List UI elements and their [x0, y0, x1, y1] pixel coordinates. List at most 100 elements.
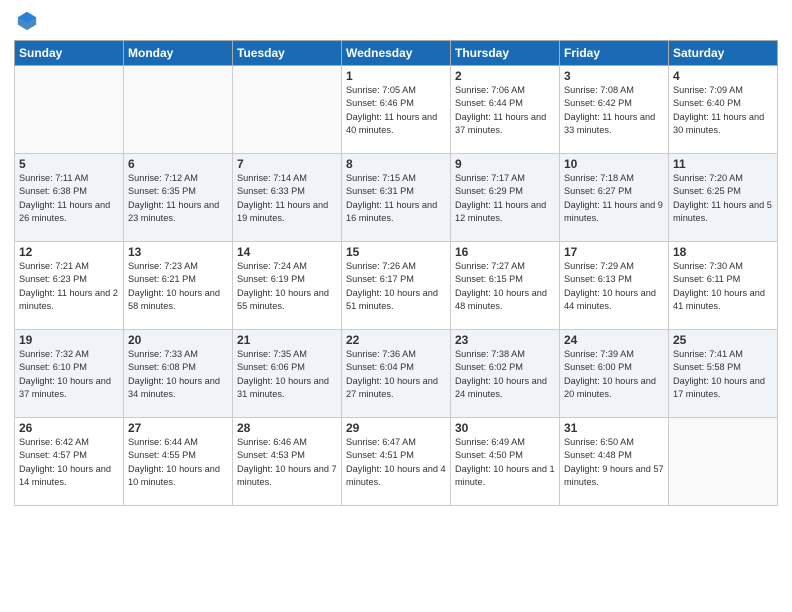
- calendar-week-row: 1Sunrise: 7:05 AM Sunset: 6:46 PM Daylig…: [15, 66, 778, 154]
- day-info: Sunrise: 7:32 AM Sunset: 6:10 PM Dayligh…: [19, 348, 119, 401]
- calendar-cell: [233, 66, 342, 154]
- day-of-week-header: Thursday: [451, 41, 560, 66]
- day-number: 6: [128, 157, 228, 171]
- day-info: Sunrise: 7:12 AM Sunset: 6:35 PM Dayligh…: [128, 172, 228, 225]
- day-info: Sunrise: 6:46 AM Sunset: 4:53 PM Dayligh…: [237, 436, 337, 489]
- day-number: 16: [455, 245, 555, 259]
- day-number: 20: [128, 333, 228, 347]
- day-info: Sunrise: 7:41 AM Sunset: 5:58 PM Dayligh…: [673, 348, 773, 401]
- calendar-week-row: 12Sunrise: 7:21 AM Sunset: 6:23 PM Dayli…: [15, 242, 778, 330]
- day-number: 19: [19, 333, 119, 347]
- day-info: Sunrise: 7:15 AM Sunset: 6:31 PM Dayligh…: [346, 172, 446, 225]
- day-info: Sunrise: 7:20 AM Sunset: 6:25 PM Dayligh…: [673, 172, 773, 225]
- day-info: Sunrise: 7:18 AM Sunset: 6:27 PM Dayligh…: [564, 172, 664, 225]
- calendar-cell: 26Sunrise: 6:42 AM Sunset: 4:57 PM Dayli…: [15, 418, 124, 506]
- day-info: Sunrise: 7:30 AM Sunset: 6:11 PM Dayligh…: [673, 260, 773, 313]
- calendar-header-row: SundayMondayTuesdayWednesdayThursdayFrid…: [15, 41, 778, 66]
- calendar-cell: 7Sunrise: 7:14 AM Sunset: 6:33 PM Daylig…: [233, 154, 342, 242]
- day-number: 2: [455, 69, 555, 83]
- day-number: 14: [237, 245, 337, 259]
- day-info: Sunrise: 7:11 AM Sunset: 6:38 PM Dayligh…: [19, 172, 119, 225]
- day-info: Sunrise: 6:50 AM Sunset: 4:48 PM Dayligh…: [564, 436, 664, 489]
- calendar-cell: 9Sunrise: 7:17 AM Sunset: 6:29 PM Daylig…: [451, 154, 560, 242]
- calendar-cell: 12Sunrise: 7:21 AM Sunset: 6:23 PM Dayli…: [15, 242, 124, 330]
- day-number: 28: [237, 421, 337, 435]
- calendar-cell: 1Sunrise: 7:05 AM Sunset: 6:46 PM Daylig…: [342, 66, 451, 154]
- page-header: [14, 10, 778, 32]
- day-number: 17: [564, 245, 664, 259]
- day-info: Sunrise: 7:35 AM Sunset: 6:06 PM Dayligh…: [237, 348, 337, 401]
- calendar-cell: 10Sunrise: 7:18 AM Sunset: 6:27 PM Dayli…: [560, 154, 669, 242]
- day-number: 23: [455, 333, 555, 347]
- day-info: Sunrise: 7:39 AM Sunset: 6:00 PM Dayligh…: [564, 348, 664, 401]
- day-number: 1: [346, 69, 446, 83]
- calendar-cell: 24Sunrise: 7:39 AM Sunset: 6:00 PM Dayli…: [560, 330, 669, 418]
- day-number: 27: [128, 421, 228, 435]
- day-number: 24: [564, 333, 664, 347]
- day-info: Sunrise: 7:26 AM Sunset: 6:17 PM Dayligh…: [346, 260, 446, 313]
- day-of-week-header: Sunday: [15, 41, 124, 66]
- calendar-cell: 11Sunrise: 7:20 AM Sunset: 6:25 PM Dayli…: [669, 154, 778, 242]
- day-number: 4: [673, 69, 773, 83]
- calendar-cell: 18Sunrise: 7:30 AM Sunset: 6:11 PM Dayli…: [669, 242, 778, 330]
- day-info: Sunrise: 7:38 AM Sunset: 6:02 PM Dayligh…: [455, 348, 555, 401]
- calendar-cell: 27Sunrise: 6:44 AM Sunset: 4:55 PM Dayli…: [124, 418, 233, 506]
- day-of-week-header: Friday: [560, 41, 669, 66]
- day-number: 31: [564, 421, 664, 435]
- day-number: 29: [346, 421, 446, 435]
- day-number: 15: [346, 245, 446, 259]
- day-number: 26: [19, 421, 119, 435]
- day-number: 30: [455, 421, 555, 435]
- calendar-week-row: 5Sunrise: 7:11 AM Sunset: 6:38 PM Daylig…: [15, 154, 778, 242]
- calendar-cell: 2Sunrise: 7:06 AM Sunset: 6:44 PM Daylig…: [451, 66, 560, 154]
- day-number: 8: [346, 157, 446, 171]
- calendar-cell: 31Sunrise: 6:50 AM Sunset: 4:48 PM Dayli…: [560, 418, 669, 506]
- day-number: 10: [564, 157, 664, 171]
- day-info: Sunrise: 7:09 AM Sunset: 6:40 PM Dayligh…: [673, 84, 773, 137]
- calendar-cell: 16Sunrise: 7:27 AM Sunset: 6:15 PM Dayli…: [451, 242, 560, 330]
- day-info: Sunrise: 6:49 AM Sunset: 4:50 PM Dayligh…: [455, 436, 555, 489]
- day-info: Sunrise: 7:05 AM Sunset: 6:46 PM Dayligh…: [346, 84, 446, 137]
- day-number: 22: [346, 333, 446, 347]
- day-info: Sunrise: 7:24 AM Sunset: 6:19 PM Dayligh…: [237, 260, 337, 313]
- calendar-week-row: 19Sunrise: 7:32 AM Sunset: 6:10 PM Dayli…: [15, 330, 778, 418]
- day-number: 25: [673, 333, 773, 347]
- day-number: 5: [19, 157, 119, 171]
- day-number: 12: [19, 245, 119, 259]
- day-number: 7: [237, 157, 337, 171]
- day-number: 18: [673, 245, 773, 259]
- day-number: 3: [564, 69, 664, 83]
- calendar-cell: 28Sunrise: 6:46 AM Sunset: 4:53 PM Dayli…: [233, 418, 342, 506]
- day-info: Sunrise: 7:08 AM Sunset: 6:42 PM Dayligh…: [564, 84, 664, 137]
- day-of-week-header: Wednesday: [342, 41, 451, 66]
- calendar-cell: 8Sunrise: 7:15 AM Sunset: 6:31 PM Daylig…: [342, 154, 451, 242]
- calendar-cell: 3Sunrise: 7:08 AM Sunset: 6:42 PM Daylig…: [560, 66, 669, 154]
- day-of-week-header: Saturday: [669, 41, 778, 66]
- calendar-table: SundayMondayTuesdayWednesdayThursdayFrid…: [14, 40, 778, 506]
- day-info: Sunrise: 7:17 AM Sunset: 6:29 PM Dayligh…: [455, 172, 555, 225]
- day-info: Sunrise: 6:47 AM Sunset: 4:51 PM Dayligh…: [346, 436, 446, 489]
- calendar-cell: 23Sunrise: 7:38 AM Sunset: 6:02 PM Dayli…: [451, 330, 560, 418]
- calendar-cell: 15Sunrise: 7:26 AM Sunset: 6:17 PM Dayli…: [342, 242, 451, 330]
- day-info: Sunrise: 6:42 AM Sunset: 4:57 PM Dayligh…: [19, 436, 119, 489]
- calendar-cell: 17Sunrise: 7:29 AM Sunset: 6:13 PM Dayli…: [560, 242, 669, 330]
- calendar-cell: 19Sunrise: 7:32 AM Sunset: 6:10 PM Dayli…: [15, 330, 124, 418]
- day-number: 11: [673, 157, 773, 171]
- day-info: Sunrise: 7:06 AM Sunset: 6:44 PM Dayligh…: [455, 84, 555, 137]
- calendar-cell: 30Sunrise: 6:49 AM Sunset: 4:50 PM Dayli…: [451, 418, 560, 506]
- day-info: Sunrise: 7:29 AM Sunset: 6:13 PM Dayligh…: [564, 260, 664, 313]
- logo: [14, 10, 38, 32]
- calendar-cell: 13Sunrise: 7:23 AM Sunset: 6:21 PM Dayli…: [124, 242, 233, 330]
- day-info: Sunrise: 7:33 AM Sunset: 6:08 PM Dayligh…: [128, 348, 228, 401]
- logo-icon: [16, 10, 38, 32]
- calendar-cell: [669, 418, 778, 506]
- day-number: 9: [455, 157, 555, 171]
- day-number: 13: [128, 245, 228, 259]
- day-info: Sunrise: 7:27 AM Sunset: 6:15 PM Dayligh…: [455, 260, 555, 313]
- calendar-cell: 14Sunrise: 7:24 AM Sunset: 6:19 PM Dayli…: [233, 242, 342, 330]
- day-of-week-header: Tuesday: [233, 41, 342, 66]
- calendar-cell: [15, 66, 124, 154]
- calendar-cell: 6Sunrise: 7:12 AM Sunset: 6:35 PM Daylig…: [124, 154, 233, 242]
- day-info: Sunrise: 7:36 AM Sunset: 6:04 PM Dayligh…: [346, 348, 446, 401]
- day-info: Sunrise: 6:44 AM Sunset: 4:55 PM Dayligh…: [128, 436, 228, 489]
